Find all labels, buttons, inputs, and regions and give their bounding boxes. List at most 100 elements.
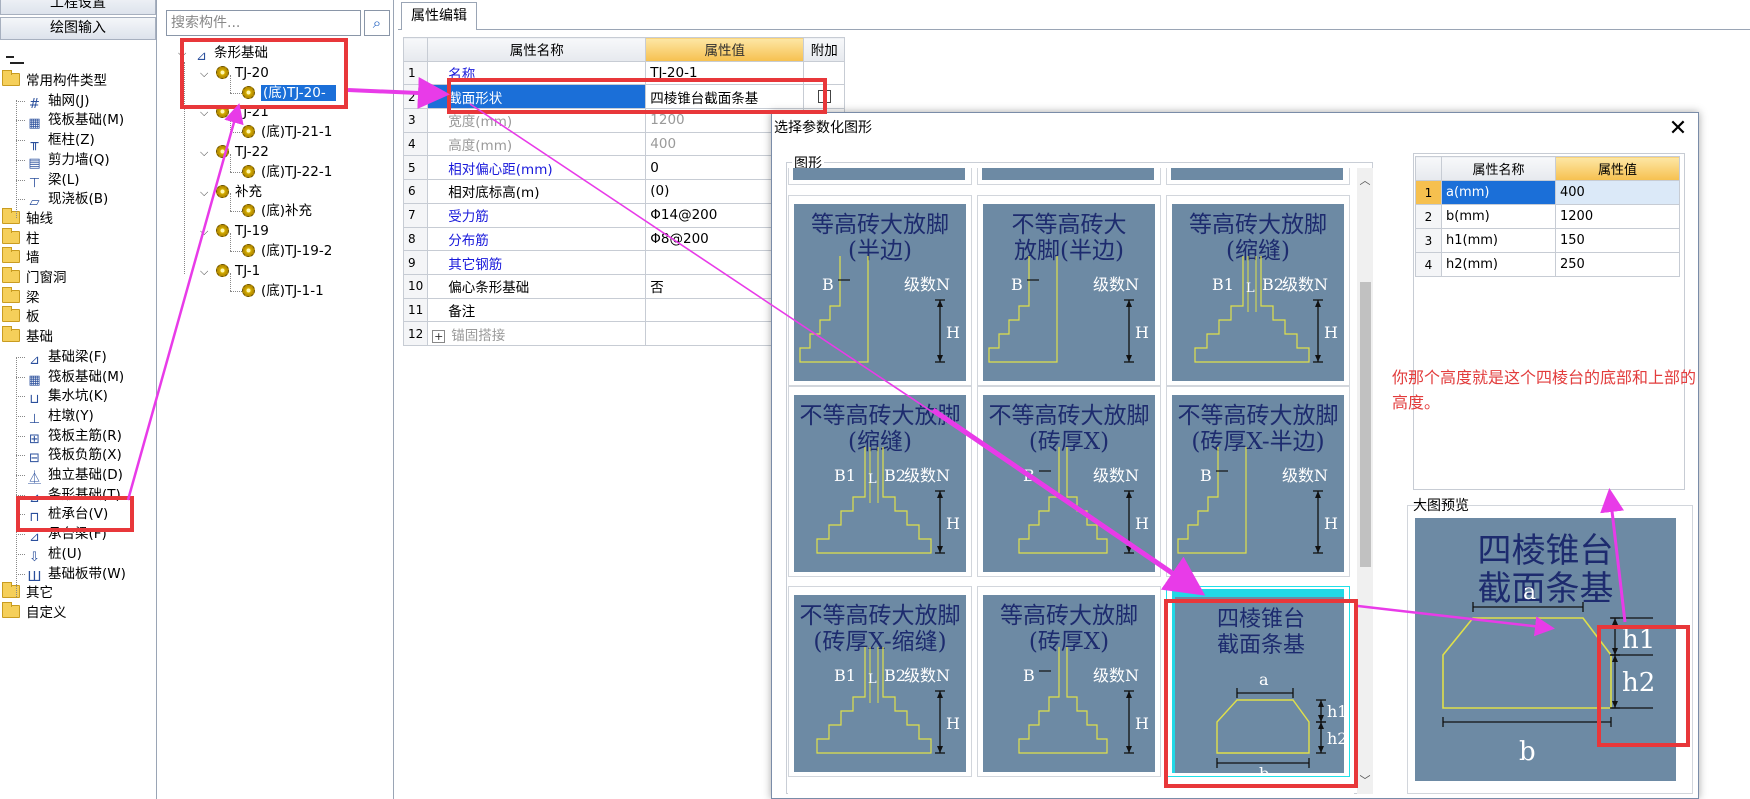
property-name-text: 偏心条形基础 [448,280,530,297]
shape-tile-selected[interactable]: 四棱锥台 截面条基 a b h1 h2 [1166,586,1350,777]
comp-tree-label: (底)TJ-20- [261,84,336,101]
scroll-down-icon[interactable]: ﹀ [1359,772,1371,788]
row-number: 1 [402,60,429,86]
nav-item-strip-foundation[interactable]: ⊿ 条形基础(T) [26,485,121,506]
nav-item-foundation-beam[interactable]: ⊿ 基础梁(F) [26,347,107,368]
property-value[interactable]: TJ-20-1 [645,60,805,86]
shape-tile[interactable]: 等高砖大放脚 (半边) B 级数N H [788,195,972,386]
comp-tree-group[interactable]: ⌵ TJ-20 [200,63,269,83]
drawing-input-button[interactable]: 绘图输入 [0,17,156,40]
nav-item-raft-foundation[interactable]: ▦ 筏板基础(M) [26,110,124,131]
nav-folder[interactable]: 轴线 [2,207,53,229]
comp-tree-leaf[interactable]: (底)TJ-20- [242,83,336,103]
shape-tile[interactable]: 等高砖大放脚 (砖厚X) B 级数N H [977,586,1161,777]
expand-icon[interactable]: ⌵ [200,143,212,163]
comp-tree-label: TJ-20 [235,64,269,81]
comp-tree-group[interactable]: ⌵ TJ-19 [200,221,269,241]
param-row[interactable]: 2 b(mm) 1200 [1415,204,1680,229]
param-value[interactable]: 250 [1555,252,1680,277]
nav-folder[interactable]: 其它 [2,582,53,603]
nav-item-raft-foundation[interactable]: ▦ 筏板基础(M) [26,367,124,388]
comp-tree-leaf[interactable]: (底)TJ-22-1 [242,162,332,182]
param-value[interactable]: 1200 [1555,204,1680,229]
tree-connector [16,475,25,476]
expand-icon[interactable]: ⌵ [178,44,190,64]
property-extra [803,60,846,86]
comp-tree-group[interactable]: ⌵ 补充 [200,182,262,202]
nav-item-raft-negative-rebar[interactable]: ⊟ 筏板负筋(X) [26,445,122,466]
nav-item-column-pier[interactable]: ⊥ 柱墩(Y) [26,406,94,427]
nav-item-pile-cap[interactable]: ⊓ 桩承台(V) [26,504,108,525]
nav-folder[interactable]: 基础 [2,326,53,347]
param-value[interactable]: 400 [1555,180,1680,205]
search-button[interactable]: ⌕ [364,10,390,36]
property-name: 宽度(mm) [427,108,647,133]
expand-plus-icon[interactable]: + [432,329,446,343]
shape-tile[interactable]: 不等高砖大放脚 (缩缝) B1 L B2 级数N H [788,386,972,577]
tile-fragment-border [977,168,1161,185]
property-row[interactable]: 2 截面形状 四棱锥台截面条基 [402,84,846,110]
property-row[interactable]: 1 名称 TJ-20-1 [402,60,846,86]
footing-outline [1194,256,1310,363]
nav-folder[interactable]: 常用构件类型 [2,70,107,91]
expand-icon[interactable]: ⌵ [200,222,212,242]
nav-folder[interactable]: 墙 [2,247,40,268]
close-icon[interactable]: ✕ [1666,117,1690,141]
nav-item-slab[interactable]: ▱ 现浇板(B) [26,189,109,210]
search-input[interactable]: 搜索构件... [166,10,361,36]
param-row[interactable]: 4 h2(mm) 250 [1415,252,1680,277]
param-value[interactable]: 150 [1555,228,1680,253]
expand-icon[interactable]: ⌵ [200,103,212,123]
comp-tree-leaf[interactable]: (底)TJ-19-2 [242,241,332,261]
collapse-icon[interactable] [6,54,28,68]
extra-checkbox[interactable] [817,89,831,103]
nav-item-column[interactable]: ╥ 框柱(Z) [26,130,95,151]
comp-tree-label: (底)TJ-19-2 [261,243,333,259]
project-settings-button[interactable]: 工程设置 [0,0,156,15]
nav-folder[interactable]: 门窗洞 [2,267,67,288]
tab-property-edit[interactable]: 属性编辑 [401,2,477,30]
nav-item-cap-beam[interactable]: ⊿ 承台梁(F) [26,524,107,545]
comp-tree-label: 条形基础 [214,45,268,61]
row-number: 2 [402,84,429,110]
expand-icon[interactable]: ⌵ [200,183,212,203]
comp-tree-leaf[interactable]: (底)TJ-1-1 [242,281,324,301]
row-number: 7 [402,202,429,228]
nav-folder[interactable]: 梁 [2,286,40,308]
property-extra[interactable] [803,84,846,110]
comp-tree-root[interactable]: ⌵ ⊿ 条形基础 [178,43,268,64]
shape-tile[interactable]: 不等高砖大 放脚(半边) B 级数N H [977,195,1161,386]
nav-item-foundation-strip[interactable]: Ш 基础板带(W) [26,564,126,585]
shape-tile[interactable]: 不等高砖大放脚 (砖厚X-缩缝) B1 L B2 级数N H [788,586,972,777]
comp-tree-group[interactable]: ⌵ TJ-21 [200,102,269,122]
nav-item-shear-wall[interactable]: ▤ 剪力墙(Q) [26,150,109,171]
expand-icon[interactable]: ⌵ [200,262,212,282]
comp-tree-group[interactable]: ⌵ TJ-22 [200,142,269,162]
shape-tile[interactable]: 等高砖大放脚 (缩缝) B1 L B2 级数N H [1166,195,1350,386]
scroll-up-icon[interactable]: ︿ [1359,172,1371,188]
gear-icon [216,184,229,198]
shape-preview: 不等高砖大 放脚(半边) B 级数N H [983,204,1155,381]
nav-item-beam[interactable]: ⊤ 梁(L) [26,170,80,191]
comp-tree-leaf[interactable]: (底)TJ-21-1 [242,122,332,142]
shape-tile[interactable]: 不等高砖大放脚 (砖厚X-半边) B 级数N H [1166,386,1350,577]
nav-item-pile[interactable]: ⇩ 桩(U) [26,544,82,565]
nav-folder[interactable]: 自定义 [2,601,67,623]
shape-tile[interactable]: 不等高砖大放脚 (砖厚X) B 级数N H [977,386,1161,577]
nav-folder[interactable]: 板 [2,306,40,327]
nav-folder[interactable]: 柱 [2,227,40,249]
param-row[interactable]: 1 a(mm) 400 [1415,180,1680,205]
nav-item-label: 独立基础(D) [48,467,123,483]
nav-item-sump-pit[interactable]: ⊔ 集水坑(K) [26,386,107,407]
nav-item-grid[interactable]: # 轴网(J) [26,91,89,112]
nav-item-label: 框柱(Z) [48,132,95,149]
expand-icon[interactable]: ⌵ [200,64,212,84]
property-value[interactable]: 四棱锥台截面条基 [645,84,805,110]
param-row[interactable]: 3 h1(mm) 150 [1415,228,1680,253]
scrollbar-thumb[interactable] [1360,282,1371,567]
tree-connector [16,159,25,161]
nav-item-isolated-foundation[interactable]: ⏅ 独立基础(D) [26,465,123,486]
nav-item-raft-main-rebar[interactable]: ⊞ 筏板主筋(R) [26,426,122,447]
comp-tree-leaf[interactable]: (底)补充 [242,201,312,221]
dim-label-h: H [946,323,960,342]
